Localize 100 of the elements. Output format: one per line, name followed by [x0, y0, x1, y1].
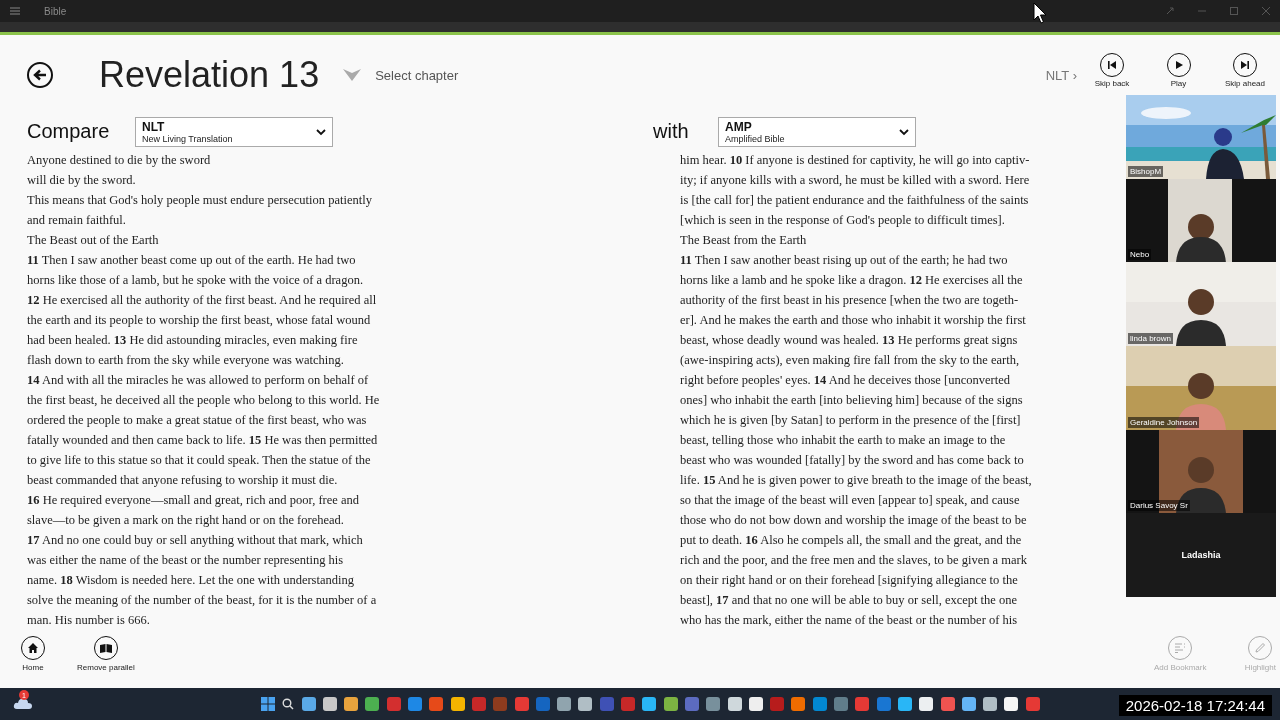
scripture-line: the earth and its people to worship the first beast, whose fatal wound [27, 312, 371, 329]
cloud-icon[interactable] [13, 696, 33, 710]
timestamp: 2026-02-18 17:24:44 [1118, 695, 1272, 716]
participant-name: linda brown [1128, 333, 1173, 345]
scripture-line: and remain faithful. [27, 212, 126, 229]
skip-ahead-icon [1240, 60, 1250, 70]
participant-name: Geraldine Johnson [1128, 416, 1200, 428]
app-icon[interactable] [919, 697, 934, 711]
participant-name: Ladashia [1181, 550, 1221, 561]
scripture-line: 12 He exercised all the authority of the first beast. And he required all [27, 292, 377, 309]
scripture-line: This means that God's holy people must endure persecution patiently [27, 192, 372, 209]
skip-back-icon [1107, 60, 1117, 70]
scripture-line: put to death. 16 Also he compels all, the small and the great, and the [680, 532, 1022, 549]
parallel-button[interactable]: Remove parallel [77, 636, 135, 672]
menu-icon[interactable] [10, 7, 20, 15]
scripture-line: er]. And he makes the earth and those who inhabit it worship the first [680, 312, 1026, 329]
home-icon [27, 642, 39, 654]
scripture-line: is [the call for] the patient endurance and the faithfulness of the saints [680, 192, 1029, 209]
app-icon[interactable] [642, 697, 657, 711]
scripture-line: on their right hand or on their forehead [signifying allegiance to the [680, 572, 1018, 589]
chevron-down-icon [899, 128, 909, 136]
app-icon[interactable] [1004, 697, 1019, 711]
scripture-line: 14 And with all the miracles he was allowed to perform on behalf of [27, 372, 369, 389]
app-icon[interactable] [322, 697, 337, 711]
scripture-line: rich and the poor, and the free men and the slaves, to be given a mark [680, 552, 1027, 569]
play-button[interactable]: Play [1153, 53, 1204, 88]
chapter-title: Revelation 13 [99, 54, 320, 96]
scripture-line: 11 Then I saw another beast come up out of the earth. He had two [27, 252, 356, 269]
video-tile[interactable]: BishopM [1126, 95, 1276, 179]
video-tile[interactable]: Ladashia [1126, 513, 1276, 598]
scripture-line: will die by the sword. [27, 172, 136, 189]
maximize-icon[interactable] [1230, 7, 1238, 15]
scripture-line: those who do not bow down and worship the image of the beast to be [680, 512, 1027, 529]
select-chapter-link[interactable]: Select chapter [375, 67, 459, 83]
list-icon [1174, 643, 1187, 653]
scripture-line: 11 Then I saw another beast rising up out of the earth; he had two [680, 252, 1008, 269]
scripture-line: [which is seen in the response of God's people to difficult times]. [680, 212, 1005, 229]
back-button[interactable] [27, 62, 53, 88]
video-tile[interactable]: linda brown [1126, 262, 1276, 347]
video-tile[interactable]: Geraldine Johnson [1126, 346, 1276, 430]
scripture-line: beast who was wounded [fatally] by the sword and has come back to [680, 452, 1024, 469]
app-icon[interactable] [301, 697, 316, 711]
version-dropdown[interactable]: AMP Amplified Bible [718, 117, 916, 147]
scripture-line: who has the mark, either the name of the beast or the number of his [680, 612, 1018, 629]
scripture-line: beast], 17 and that no one will be able to buy or sell, except the one [680, 592, 1018, 609]
windows-start-icon[interactable] [261, 697, 275, 711]
scripture-line: 17 And no one could buy or sell anything without that mark, which [27, 532, 363, 549]
scripture-line: (awe-inspiring acts), even making fire fall from the sky to the earth, [680, 352, 1020, 369]
play-icon [1173, 60, 1184, 70]
app-icon[interactable] [557, 697, 572, 711]
app-icon[interactable] [727, 697, 742, 711]
back-arrow-icon [33, 69, 47, 81]
scripture-line: the first beast, he deceived all the people who belong to this world. He [27, 392, 380, 409]
skip-ahead-button[interactable]: Skip ahead [1220, 53, 1270, 88]
scripture-line: ity; if anyone kills with a sword, he must be killed with a sword. Here [680, 172, 1030, 189]
scripture-line: beast, whose deadly wound was healed. 13 He performs great signs [680, 332, 1018, 349]
version-link[interactable]: NLT › [1045, 67, 1077, 83]
app-icon[interactable] [748, 697, 763, 711]
scripture-line: man. His number is 666. [27, 612, 150, 629]
scripture-line: solve the meaning of the number of the beast, for it is the number of a [27, 592, 377, 609]
scripture-line: The Beast from the Earth [680, 232, 807, 249]
skip-back-button[interactable]: Skip back [1087, 53, 1137, 88]
scripture-line: to give life to this statue so that it could speak. Then the statue of the [27, 452, 371, 469]
scripture-line: right before peoples' eyes. 14 And he deceives those [unconverted [680, 372, 1010, 389]
app-icon[interactable] [897, 697, 912, 711]
scripture-line: slave—to be given a mark on the right hand or on the forehead. [27, 512, 344, 529]
video-tile[interactable]: Darius Savoy Sr [1126, 429, 1276, 514]
mouse-cursor-icon [1033, 2, 1047, 24]
scripture-line: name. 18 Wisdom is needed here. Let the one with understanding [27, 572, 354, 589]
scripture-line: flash down to earth from the sky while everyone was watching. [27, 352, 344, 369]
participant-name: Darius Savoy Sr [1128, 500, 1190, 512]
scripture-line: horns like those of a lamb, but he spoke with the voice of a dragon. [27, 272, 364, 289]
participant-name: BishopM [1128, 165, 1164, 177]
app-icon[interactable] [450, 697, 465, 711]
scripture-line: horns like a lamb and he spoke like a dragon. 12 He exercises all the [680, 272, 1023, 289]
scripture-line: ordered the people to make a great statue of the first beast, who was [27, 412, 367, 429]
book-icon [98, 643, 113, 653]
video-tile[interactable]: Nebo [1126, 178, 1276, 263]
close-icon[interactable] [1262, 7, 1270, 15]
scripture-line: fatally wounded and then came back to life. 15 He was then permitted [27, 432, 378, 449]
with-label: with [653, 120, 690, 143]
scripture-line: life. 15 And he is given power to give breath to the image of the beast, [680, 472, 1032, 489]
scripture-line: had been healed. 13 He did astounding miracles, even making fire [27, 332, 358, 349]
app-icon[interactable] [961, 697, 976, 711]
fullscreen-icon[interactable] [1166, 7, 1174, 15]
scripture-line: beast, telling those who inhabit the earth to make an image to the [680, 432, 1006, 449]
scripture-line: Anyone destined to die by the sword [27, 152, 211, 169]
pencil-icon [1254, 642, 1267, 654]
scripture-line: which he is given [by Satan] to perform in the presence of the [first] [680, 412, 1021, 429]
app-icon[interactable] [663, 697, 678, 711]
app-icon[interactable] [983, 697, 998, 711]
participant-name: Nebo [1128, 249, 1152, 261]
scripture-line: ones] who inhabit the earth [into believing him] because of the signs [680, 392, 1023, 409]
search-icon[interactable] [282, 698, 295, 710]
scripture-line: authority of the first beast in his presence [when the two are togeth- [680, 292, 1019, 309]
scripture-line: The Beast out of the Earth [27, 232, 159, 249]
app-icon[interactable] [578, 697, 593, 711]
app-icon[interactable] [344, 697, 359, 711]
scripture-line: 16 He required everyone—small and great, rich and poor, free and [27, 492, 359, 509]
version-dropdown[interactable]: NLT New Living Translation [135, 117, 333, 147]
